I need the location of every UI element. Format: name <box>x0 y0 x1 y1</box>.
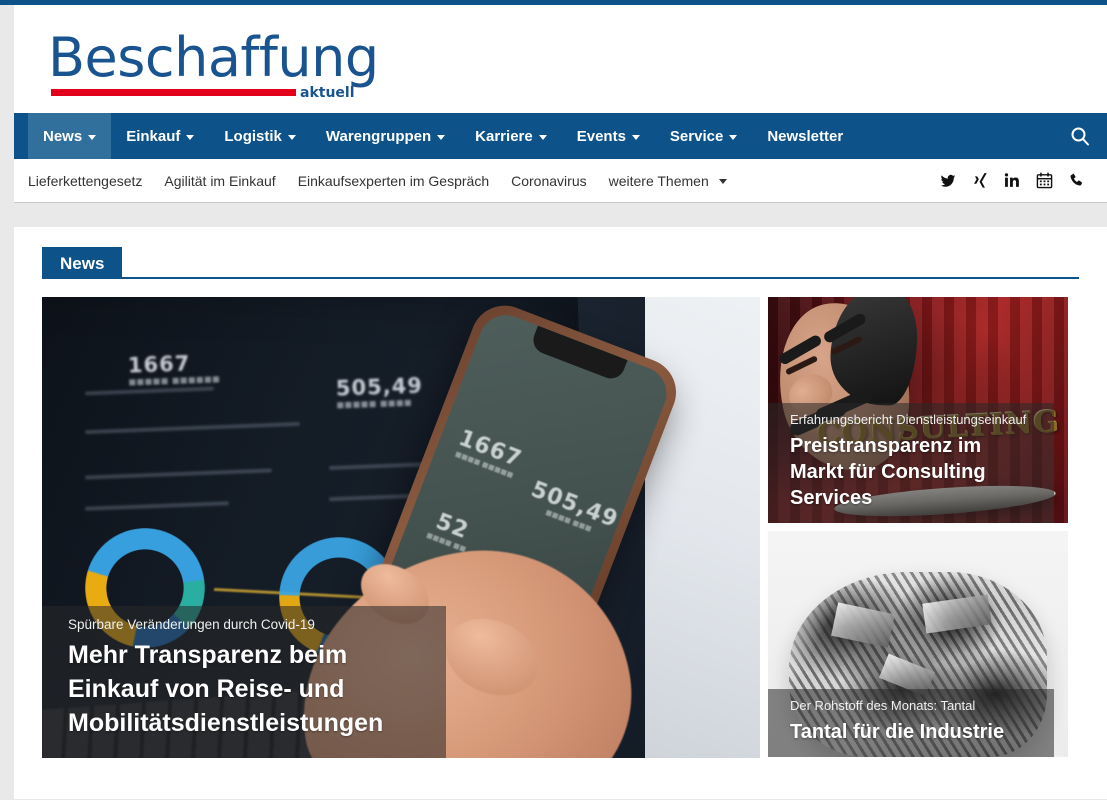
nav-label: Service <box>669 127 724 145</box>
side-article-caption: Der Rohstoff des Monats: Tantal Tantal f… <box>768 689 1054 757</box>
phone-link[interactable] <box>1067 172 1085 190</box>
nav-item-news[interactable]: News <box>28 113 112 159</box>
section-header-news: News <box>42 247 1079 279</box>
phone-icon <box>1070 173 1082 186</box>
nav-label: Logistik <box>224 127 282 145</box>
nav-item-logistik[interactable]: Logistik <box>209 113 311 159</box>
kpi-value: 505,49 <box>335 373 424 401</box>
search-icon <box>1071 127 1089 146</box>
nav-item-karriere[interactable]: Karriere <box>460 113 562 159</box>
site-logo[interactable]: Beschaffung aktuell <box>48 26 379 102</box>
kpi-value: 1667 <box>127 351 191 378</box>
smartphone-notch <box>528 325 628 383</box>
side-article-caption: Erfahrungsbericht Dienstleistungseinkauf… <box>768 403 1054 523</box>
subnav-item-lieferkettengesetz[interactable]: Lieferkettengesetz <box>28 173 142 189</box>
nav-label: Newsletter <box>767 127 844 145</box>
chevron-down-icon <box>718 178 727 184</box>
nav-item-service[interactable]: Service <box>655 113 752 159</box>
subnav-item-einkaufsexperten-im-gespraech[interactable]: Einkaufsexperten im Gespräch <box>298 173 489 189</box>
logo-red-rule <box>51 89 296 96</box>
main-content: News 1667 ■■■■■ ■■■■■■ 505,49 ■■■■■ ■■■■… <box>14 227 1107 799</box>
chevron-down-icon <box>729 134 738 140</box>
chevron-down-icon <box>631 134 640 140</box>
dashboard-kpi: 1667 ■■■■■ ■■■■■■ <box>128 351 221 387</box>
linkedin-icon <box>1004 173 1019 187</box>
social-links <box>939 172 1097 190</box>
hero-article-card[interactable]: 1667 ■■■■■ ■■■■■■ 505,49 ■■■■■ ■■■■ 1667… <box>42 297 760 758</box>
logo-subtitle: aktuell <box>300 85 355 101</box>
nav-item-newsletter[interactable]: Newsletter <box>752 113 858 159</box>
calendar-icon <box>1036 172 1052 189</box>
chevron-down-icon <box>186 134 195 140</box>
nav-label: Karriere <box>475 127 533 145</box>
nav-item-events[interactable]: Events <box>562 113 655 159</box>
side-article-headline: Tantal für die Industrie <box>790 721 1005 743</box>
smartphone-kpi: 1667 ■■■■ ■■■■■ <box>452 426 525 480</box>
page-gap <box>0 203 1107 227</box>
primary-navigation: News Einkauf Logistik Warengruppen Karri… <box>14 113 1107 159</box>
nav-label: Events <box>576 127 626 145</box>
subnav-item-coronavirus[interactable]: Coronavirus <box>511 173 586 189</box>
subnav-item-weitere-themen[interactable]: weitere Themen <box>609 173 727 189</box>
xing-icon <box>973 173 987 188</box>
side-article-kicker: Erfahrungsbericht Dienstleistungseinkauf <box>790 412 1027 427</box>
twitter-link[interactable] <box>939 172 957 190</box>
subnav-item-agilitaet-im-einkauf[interactable]: Agilität im Einkauf <box>164 173 275 189</box>
dashboard-kpi: 505,49 ■■■■■ ■■■■ <box>336 374 424 410</box>
section-tab-news[interactable]: News <box>42 247 123 279</box>
side-article-headline: Preistransparenz im Markt für Consulting… <box>790 435 986 509</box>
secondary-navigation: Lieferkettengesetz Agilität im Einkauf E… <box>14 159 1107 203</box>
side-article-card-consulting[interactable]: CONSULTING Erfahrungsbericht Dienstleist… <box>768 297 1068 523</box>
hero-article-headline: Mehr Transparenz beim Einkauf von Reise-… <box>68 641 384 737</box>
xing-link[interactable] <box>971 172 989 190</box>
chevron-down-icon <box>287 134 296 140</box>
smartphone-kpi: 505,49 ■■■■ ■■■ <box>525 477 622 540</box>
twitter-icon <box>940 174 956 187</box>
side-article-card-tantal[interactable]: Der Rohstoff des Monats: Tantal Tantal f… <box>768 531 1068 757</box>
header-logo-band: Beschaffung aktuell <box>14 5 1107 113</box>
smartphone-kpi: 52 ■■■■ ■■ <box>425 508 476 553</box>
nav-label: News <box>43 127 83 145</box>
hero-article-kicker: Spürbare Veränderungen durch Covid-19 <box>68 617 315 632</box>
logo-wordmark: Beschaffung <box>48 26 379 89</box>
nav-item-einkauf[interactable]: Einkauf <box>111 113 209 159</box>
cartoon-hair <box>828 297 919 406</box>
news-grid: 1667 ■■■■■ ■■■■■■ 505,49 ■■■■■ ■■■■ 1667… <box>42 297 1079 758</box>
subnav-label: weitere Themen <box>608 172 709 189</box>
search-button[interactable] <box>1053 113 1107 159</box>
chevron-down-icon <box>88 134 97 140</box>
calendar-link[interactable] <box>1035 172 1053 190</box>
chevron-down-icon <box>538 134 547 140</box>
chevron-down-icon <box>437 134 446 140</box>
nav-item-warengruppen[interactable]: Warengruppen <box>311 113 460 159</box>
page-frame: Beschaffung aktuell News Einkauf Logisti… <box>14 5 1107 203</box>
linkedin-link[interactable] <box>1003 172 1021 190</box>
nav-label: Einkauf <box>126 127 181 145</box>
nav-label: Warengruppen <box>325 127 432 145</box>
side-article-column: CONSULTING Erfahrungsbericht Dienstleist… <box>768 297 1068 758</box>
hero-article-caption: Spürbare Veränderungen durch Covid-19 Me… <box>42 606 446 758</box>
side-article-kicker: Der Rohstoff des Monats: Tantal <box>790 698 976 713</box>
